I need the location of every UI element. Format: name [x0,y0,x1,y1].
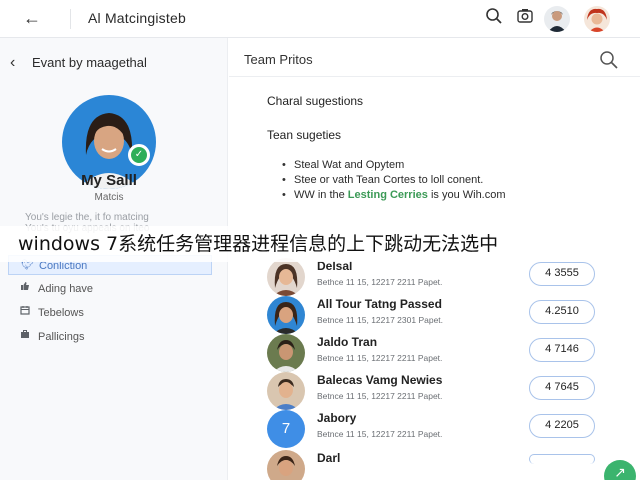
panel-title: Team Pritos [244,52,313,67]
divider [229,76,640,77]
share-icon: ↗ [614,464,626,480]
table-row[interactable]: Delsal Bethce 11 15, 12217 2211 Papet. 4… [267,258,597,296]
user-avatar-secondary[interactable] [584,6,610,32]
search-icon[interactable] [482,7,506,29]
profile-name: My Salll [81,172,137,189]
row-meta: Betnce 11 15, 12217 2211 Papet. [317,353,443,363]
suggestion-list: Steal Wat and Opytem Stee or vath Tean C… [282,158,624,203]
sidebar-item-label: Tebelows [38,307,84,319]
row-name: Jaldo Tran [317,335,378,349]
row-meta: Betnce 11 15, 12217 2211 Papet. [317,391,443,401]
sidebar-item-label: Pallicings [38,331,85,343]
overlay-caption: windows 7系统任务管理器进程信息的上下跳动无法选中 [0,226,640,262]
score-badge[interactable]: 4 3555 [529,262,595,286]
score-badge[interactable]: 4.2510 [529,300,595,324]
row-name: Darl [317,451,341,465]
score-badge[interactable]: 4 2205 [529,414,595,438]
online-status-icon: ✓ [128,144,150,166]
sidebar-item-ading-have[interactable]: Ading have [8,279,212,299]
row-name: Balecas Vamg Newies [317,373,443,387]
top-bar: ← Al Matcingisteb [0,0,640,38]
list-item: Stee or vath Tean Cortes to loll conent. [282,173,624,188]
score-badge[interactable]: 4 7146 [529,338,595,362]
avatar [267,372,305,410]
calendar-icon [20,303,30,323]
list-item: Steal Wat and Opytem [282,158,624,173]
avatar [267,296,305,334]
row-name: All Tour Tatng Passed [317,297,442,311]
table-row[interactable]: Balecas Vamg Newies Betnce 11 15, 12217 … [267,372,597,410]
avatar [267,258,305,296]
suggestions-subheading: Tean sugeties [267,128,342,142]
sidebar-title: Evant by maagethal [32,55,147,70]
camera-icon[interactable] [513,7,537,29]
bullet-text: WW in the [294,189,348,201]
list-item: WW in the Lesting Cerries is you Wih.com [282,188,624,203]
profile-subtitle: Matcis [94,192,124,203]
avatar [267,450,305,480]
thumbs-up-icon [20,279,30,299]
suggestions-heading: Charal sugestions [267,94,364,108]
search-icon[interactable] [599,50,621,72]
chevron-left-icon[interactable]: ‹ [10,54,15,72]
sidebar-item-tebelows[interactable]: Tebelows [8,303,212,323]
score-badge[interactable] [529,454,595,464]
highlight-link[interactable]: Lesting Cerries [348,189,428,201]
briefcase-icon [20,327,30,347]
row-meta: Betnce 11 15, 12217 2211 Papet. [317,429,443,439]
back-arrow-icon[interactable]: ← [20,7,44,29]
row-meta: Bethce 11 15, 12217 2211 Papet. [317,277,443,287]
table-row[interactable]: Jaldo Tran Betnce 11 15, 12217 2211 Pape… [267,334,597,372]
app-title: Al Matcingisteb [88,10,186,26]
table-row[interactable]: All Tour Tatng Passed Betnce 11 15, 1221… [267,296,597,334]
row-name: Jabory [317,411,357,425]
number-avatar: 7 [267,410,305,448]
user-avatar[interactable] [544,6,570,32]
avatar [267,334,305,372]
profile-note-line: You's legie the, it fo matcing [25,212,149,223]
sidebar-item-label: Ading have [38,283,94,295]
sidebar-item-pallicings[interactable]: Pallicings [8,327,212,347]
score-badge[interactable]: 4 7645 [529,376,595,400]
divider [70,9,71,29]
table-row[interactable]: Darl [267,450,597,480]
table-row[interactable]: 7 Jabory Betnce 11 15, 12217 2211 Papet.… [267,410,597,448]
row-meta: Betnce 11 15, 12217 2301 Papet. [317,315,444,325]
bullet-text: is you Wih.com [427,189,506,201]
